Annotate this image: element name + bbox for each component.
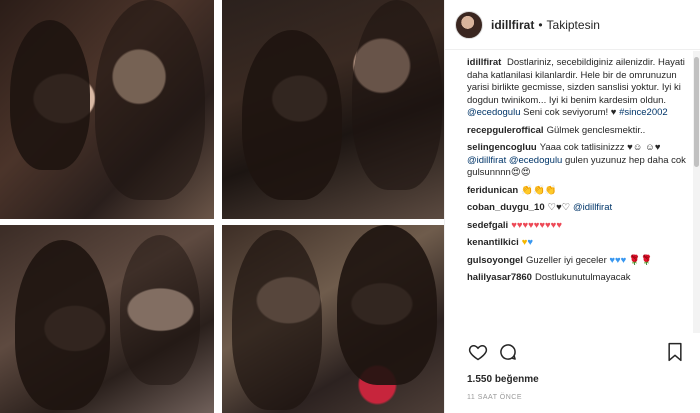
post-header: idillfirat • Takiptesin <box>445 0 700 50</box>
comment-row: gulsoyongel Guzeller iyi geceler ♥♥♥ 🌹🌹 <box>467 255 686 268</box>
avatar[interactable] <box>455 10 483 39</box>
photo-collage[interactable] <box>0 0 444 413</box>
caption: idillfirat Dostlariniz, secebildiginiz a… <box>467 57 686 120</box>
comment-username[interactable]: kenantilkici <box>467 237 519 248</box>
caption-mention[interactable]: @ecedogulu <box>467 107 521 118</box>
comment-username[interactable]: feridunican <box>467 185 518 196</box>
comment-blue-heart-emoji: ♥♥♥ <box>609 254 627 266</box>
comment-text: Guzeller iyi geceler <box>525 254 610 266</box>
caption-hashtag[interactable]: #since2002 <box>619 107 668 118</box>
comment-mention[interactable]: @idillfirat <box>573 202 612 213</box>
comment-row: sedefgali ♥♥♥♥♥♥♥♥♥ <box>467 220 686 233</box>
comment-text: Gülmek genclesmektir.. <box>546 124 646 136</box>
like-count-label: beğenme <box>494 374 539 385</box>
comment-username[interactable]: coban_duygu_10 <box>467 202 545 213</box>
photo-bottom-left <box>0 225 214 413</box>
action-bar <box>467 340 686 364</box>
photo-bottom-right <box>222 225 444 413</box>
post-detail-panel: idillfirat • Takiptesin idillfirat Dostl… <box>444 0 700 413</box>
comment-row: selingencogluu Yaaa cok tatlisinizzz ♥☺ ☺… <box>467 142 686 180</box>
comment-username[interactable]: selingencogluu <box>467 142 537 153</box>
like-count-number: 1.550 <box>467 374 493 385</box>
post-timestamp: 11 SAAT ÖNCE <box>467 394 523 401</box>
comment-text: ♡♥♡ <box>547 202 573 213</box>
comment-username[interactable]: recepguleroffical <box>467 125 544 136</box>
bookmark-icon[interactable] <box>664 341 686 363</box>
comment-row: kenantilkici ♥♥ <box>467 237 686 250</box>
comment-text: Dostlukunutulmayacak <box>534 272 631 283</box>
comment-username[interactable]: gulsoyongel <box>467 255 523 266</box>
separator-dot: • <box>538 17 543 32</box>
comment-text: Yaaa cok tatlisinizzz ♥☺ ☺♥ <box>539 142 661 153</box>
comment-row: recepguleroffical Gülmek genclesmektir.. <box>467 125 686 138</box>
comment-heart-emojis: ♥♥♥♥♥♥♥♥♥ <box>511 219 562 231</box>
speech-bubble-icon[interactable] <box>497 341 519 363</box>
photo-top-left <box>0 0 214 219</box>
comment-text: 🌹🌹 <box>626 254 653 266</box>
heart-outline-icon[interactable] <box>467 341 489 363</box>
like-count[interactable]: 1.550 beğenme <box>467 374 539 385</box>
comment-row: halilyasar7860 Dostlukunutulmayacak <box>467 272 686 285</box>
comment-username[interactable]: sedefgali <box>467 220 508 231</box>
header-username[interactable]: idillfirat <box>491 18 534 32</box>
scrollbar-thumb[interactable] <box>694 57 699 167</box>
comment-row: coban_duygu_10 ♡♥♡ @idillfirat <box>467 202 686 215</box>
scrollbar[interactable] <box>693 51 700 333</box>
caption-username[interactable]: idillfirat <box>467 57 501 68</box>
comments-list: idillfirat Dostlariniz, secebildiginiz a… <box>445 51 700 333</box>
comment-blue-heart-emoji: ♥ <box>527 237 534 248</box>
comment-text: 👏👏👏 <box>521 184 557 196</box>
comment-username[interactable]: halilyasar7860 <box>467 272 532 283</box>
comment-row: feridunican 👏👏👏 <box>467 185 686 198</box>
follow-status[interactable]: Takiptesin <box>547 18 600 32</box>
comment-mention[interactable]: @idillfirat @ecedogulu <box>467 155 562 166</box>
photo-top-right <box>222 0 444 219</box>
caption-text-end: Seni cok seviyorum! ♥ <box>523 107 617 118</box>
